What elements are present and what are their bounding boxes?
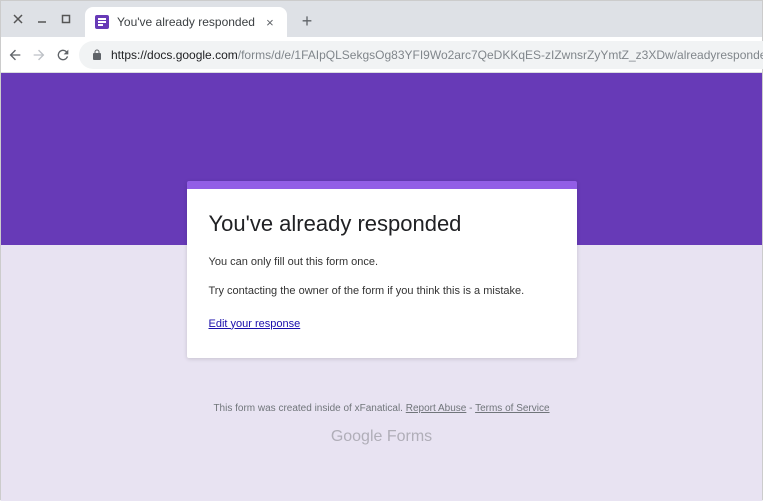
footer-attribution: This form was created inside of xFanatic…: [1, 403, 762, 414]
window-controls: [5, 1, 79, 37]
new-tab-button[interactable]: +: [293, 7, 321, 35]
forward-button[interactable]: [31, 43, 47, 67]
browser-toolbar: https://docs.google.com/forms/d/e/1FAIpQ…: [1, 37, 762, 73]
tab-close-icon[interactable]: ×: [263, 15, 277, 30]
browser-tab[interactable]: You've already responded ×: [85, 7, 287, 37]
back-button[interactable]: [7, 43, 23, 67]
tab-title: You've already responded: [117, 15, 255, 29]
response-card: You've already responded You can only fi…: [187, 181, 577, 358]
forms-favicon-icon: [95, 15, 109, 29]
window-maximize-icon[interactable]: [59, 12, 73, 26]
address-bar[interactable]: https://docs.google.com/forms/d/e/1FAIpQ…: [79, 41, 763, 69]
window-close-icon[interactable]: [11, 12, 25, 26]
lock-icon: [91, 49, 103, 61]
card-line-1: You can only fill out this form once.: [209, 255, 555, 270]
window-minimize-icon[interactable]: [35, 12, 49, 26]
terms-link[interactable]: Terms of Service: [475, 403, 549, 414]
card-line-2: Try contacting the owner of the form if …: [209, 284, 555, 299]
footer-created-text: This form was created inside of xFanatic…: [213, 403, 405, 414]
url-text: https://docs.google.com/forms/d/e/1FAIpQ…: [111, 48, 763, 62]
report-abuse-link[interactable]: Report Abuse: [406, 403, 467, 414]
reload-button[interactable]: [55, 43, 71, 67]
edit-response-link[interactable]: Edit your response: [209, 318, 301, 330]
google-forms-logo[interactable]: Google Forms: [1, 428, 762, 446]
browser-title-bar: You've already responded × +: [1, 1, 762, 37]
page-content: ➤ You've already responded You can only …: [1, 73, 762, 501]
card-title: You've already responded: [209, 211, 555, 237]
form-footer: This form was created inside of xFanatic…: [1, 403, 762, 446]
